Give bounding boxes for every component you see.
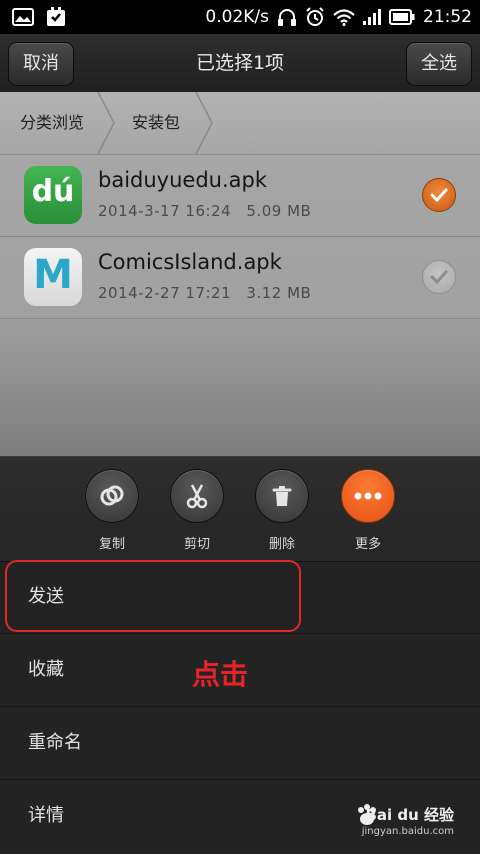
file-size: 5.09 MB: [246, 202, 312, 220]
cut-label: 剪切: [183, 537, 210, 552]
menu-item-label: 重命名: [28, 732, 82, 753]
file-meta: 2014-2-27 17:21 3.12 MB: [98, 284, 311, 302]
file-name: ComicsIsland.apk: [98, 250, 282, 274]
more-label: 更多: [354, 537, 381, 552]
breadcrumb-separator-icon: [195, 92, 213, 154]
file-meta: 2014-3-17 16:24 5.09 MB: [98, 202, 311, 220]
file-date: 2014-2-27 17:21: [98, 284, 232, 302]
action-buttons-row: 复制 剪切 删除 更多: [0, 457, 480, 562]
more-icon: [354, 492, 382, 500]
checkbox-checked[interactable]: [422, 178, 456, 212]
baiduyuedu-app-icon: dú: [24, 166, 82, 224]
checkbox-unchecked[interactable]: [422, 260, 456, 294]
wifi-icon: [333, 8, 355, 26]
trash-icon: [272, 486, 292, 506]
cut-button[interactable]: 剪切: [162, 469, 232, 552]
watermark-brand: Bai du 经验: [365, 806, 454, 824]
select-all-button[interactable]: 全选: [406, 42, 472, 86]
file-row-comicsisland[interactable]: M ComicsIsland.apk 2014-2-27 17:21 3.12 …: [0, 236, 480, 319]
copy-button[interactable]: 复制: [77, 469, 147, 552]
signal-icon: [363, 9, 381, 25]
alarm-icon: [305, 7, 325, 27]
battery-icon: [389, 9, 415, 25]
checkmark-icon: [430, 270, 448, 285]
file-browser: 分类浏览 安装包 dú baiduyuedu.apk 2014-3-17 16:…: [0, 92, 480, 456]
status-bar: 0.02K/s 21:52: [0, 0, 480, 34]
breadcrumb-item-category[interactable]: 分类浏览: [20, 92, 84, 154]
menu-item-label: 详情: [28, 805, 64, 826]
breadcrumb-item-apk[interactable]: 安装包: [132, 92, 180, 154]
more-button[interactable]: 更多: [333, 469, 403, 552]
network-speed: 0.02K/s: [205, 7, 269, 27]
breadcrumb: 分类浏览 安装包: [0, 92, 480, 155]
copy-label: 复制: [98, 537, 125, 552]
watermark-url: jingyan.baidu.com: [361, 826, 454, 837]
file-row-baiduyuedu[interactable]: dú baiduyuedu.apk 2014-3-17 16:24 5.09 M…: [0, 154, 480, 237]
baidu-watermark: Bai du 经验 jingyan.baidu.com: [354, 802, 454, 846]
action-sheet: 复制 剪切 删除 更多 发送 收藏 重命名 详情 点击 Bai du 经验 ji…: [0, 456, 480, 854]
cancel-button[interactable]: 取消: [8, 42, 74, 86]
annotation-text: 点击: [192, 658, 249, 691]
file-size: 3.12 MB: [246, 284, 312, 302]
clock: 21:52: [423, 7, 472, 27]
delete-label: 删除: [268, 537, 295, 552]
annotation-highlight-box: [5, 560, 301, 632]
comicsisland-app-icon: M: [24, 248, 82, 306]
file-name: baiduyuedu.apk: [98, 168, 268, 192]
delete-button[interactable]: 删除: [247, 469, 317, 552]
gallery-notification-icon: [12, 8, 34, 26]
menu-item-rename[interactable]: 重命名: [0, 707, 480, 780]
headphones-icon: [277, 8, 297, 26]
breadcrumb-separator-icon: [97, 92, 115, 154]
scissors-icon: [186, 484, 208, 509]
copy-icon: [100, 485, 124, 506]
download-notification-icon: [46, 7, 66, 27]
file-date: 2014-3-17 16:24: [98, 202, 232, 220]
action-bar: 已选择1项 取消 全选: [0, 34, 480, 93]
checkmark-icon: [430, 188, 448, 203]
menu-item-label: 收藏: [28, 659, 64, 680]
